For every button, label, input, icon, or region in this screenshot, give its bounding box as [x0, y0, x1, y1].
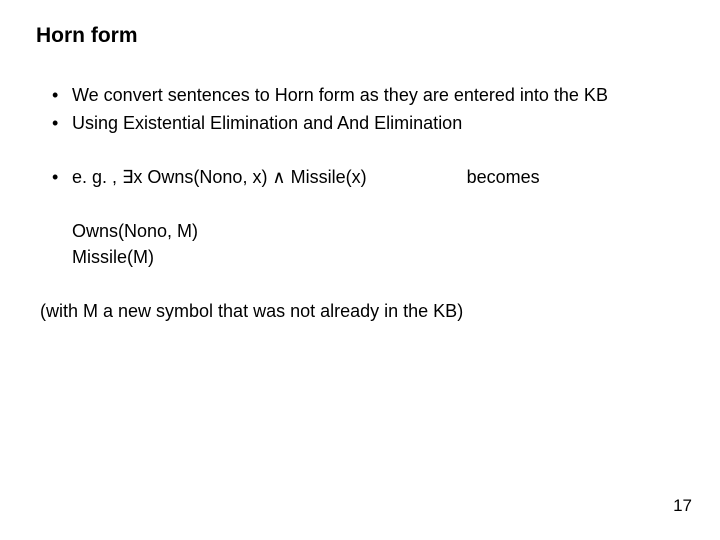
footnote: (with M a new symbol that was not alread…: [40, 298, 692, 324]
bullet-item: e. g. , ∃x Owns(Nono, x) ∧ Missile(x) be…: [52, 164, 692, 190]
example-expression: e. g. , ∃x Owns(Nono, x) ∧ Missile(x): [72, 164, 367, 190]
bullet-item: Using Existential Elimination and And El…: [52, 110, 692, 136]
result-line: Missile(M): [72, 244, 692, 270]
result-block: Owns(Nono, M) Missile(M): [28, 218, 692, 270]
slide: Horn form We convert sentences to Horn f…: [0, 0, 720, 540]
example-becomes: becomes: [467, 164, 540, 190]
result-line: Owns(Nono, M): [72, 218, 692, 244]
bullet-list: We convert sentences to Horn form as the…: [28, 82, 692, 190]
slide-title: Horn form: [36, 24, 692, 48]
page-number: 17: [673, 496, 692, 516]
bullet-item: We convert sentences to Horn form as the…: [52, 82, 692, 108]
